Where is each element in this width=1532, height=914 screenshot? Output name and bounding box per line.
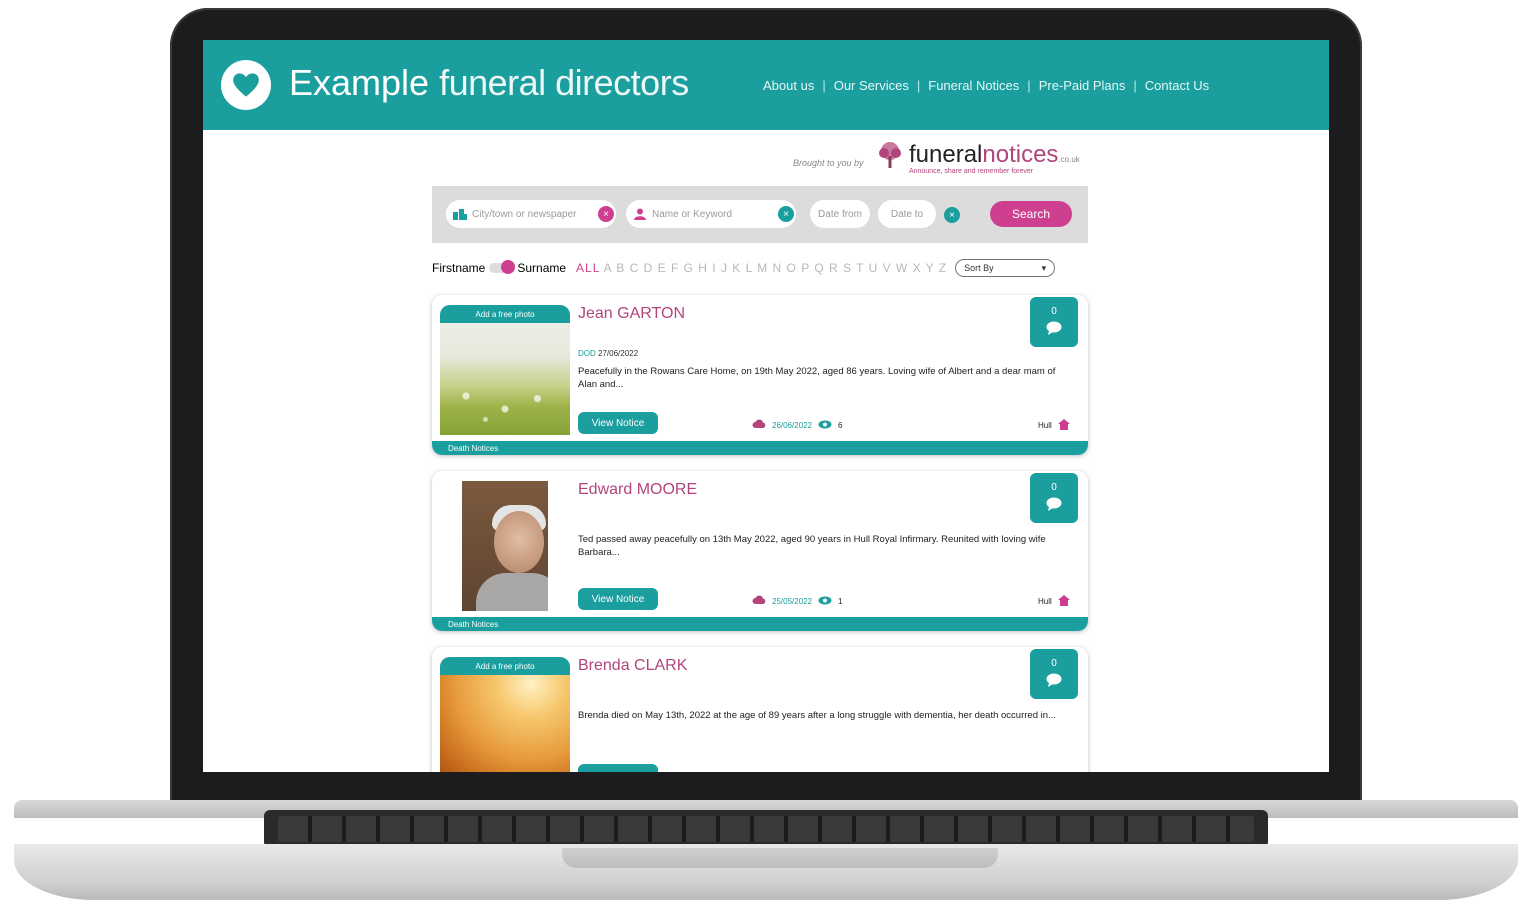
surname-label: Surname: [517, 261, 567, 275]
upload-cloud-icon: [752, 595, 766, 607]
town-icon: [453, 209, 467, 220]
notice-description: Peacefully in the Rowans Care Home, on 1…: [578, 366, 1056, 390]
notice-name[interactable]: Brenda CLARK: [578, 657, 687, 675]
location-input[interactable]: City/town or newspaper ×: [446, 200, 616, 228]
notice-views: 1: [838, 596, 843, 606]
notice-description: Brenda died on May 13th, 2022 at the age…: [578, 710, 1056, 721]
notice-card: Add a free photo Brenda CLARK Brenda die…: [432, 647, 1088, 772]
notice-views: 6: [838, 420, 843, 430]
partner-tagline: Announce, share and remember forever: [909, 168, 1034, 175]
brand-part1: Example: [289, 62, 430, 103]
view-notice-button[interactable]: View Notice: [578, 412, 658, 434]
sort-select[interactable]: Sort By ▾: [955, 259, 1056, 277]
notice-card: Edward MOORE Ted passed away peacefully …: [432, 471, 1088, 631]
laptop-base: [14, 800, 1518, 906]
notice-date: 25/05/2022: [772, 596, 813, 606]
notice-location-block: Hull: [1038, 595, 1070, 608]
notice-category: Death Notices: [432, 441, 1088, 455]
notice-meta: 26/06/2022 6: [752, 419, 843, 431]
meadow-image: [440, 305, 570, 435]
partner-name-1: funeral: [909, 141, 983, 168]
chevron-down-icon: ▾: [1041, 262, 1047, 273]
notice-meta: 25/05/2022 1: [752, 595, 843, 607]
letter-all[interactable]: ALL: [576, 261, 600, 275]
name-placeholder: Name or Keyword: [652, 208, 733, 220]
search-button[interactable]: Search: [990, 201, 1072, 227]
tree-icon: [879, 142, 901, 168]
name-sort-toggle[interactable]: [489, 260, 516, 274]
notice-photo[interactable]: [462, 481, 548, 611]
partner-name-2: notices: [982, 141, 1059, 168]
add-photo-label[interactable]: Add a free photo: [440, 305, 570, 323]
speech-bubble-icon: [1046, 321, 1062, 338]
notice-photo[interactable]: Add a free photo: [440, 305, 570, 435]
speech-bubble-icon: [1046, 673, 1062, 690]
comments-count: 0: [1051, 306, 1057, 317]
partner-tld: .co.uk: [1058, 155, 1080, 164]
alphabet-filter[interactable]: ALL A B C D E F G H I J K L M N O P Q R …: [576, 261, 947, 275]
comments-button[interactable]: 0: [1030, 649, 1078, 699]
date-from-placeholder: Date from: [818, 208, 862, 220]
nav-prepaid-plans[interactable]: Pre-Paid Plans: [1031, 78, 1134, 93]
notice-name[interactable]: Edward MOORE: [578, 481, 697, 499]
clear-location-icon[interactable]: ×: [598, 206, 614, 222]
brand-part2: funeral directors: [439, 62, 689, 103]
comments-count: 0: [1051, 658, 1057, 669]
add-photo-label[interactable]: Add a free photo: [440, 657, 570, 675]
browser-viewport: Example funeral directors About us | Our …: [203, 40, 1329, 772]
view-notice-button[interactable]: View Notice: [578, 588, 658, 610]
brought-by-text: Brought to you by: [793, 158, 864, 168]
notice-location: Hull: [1038, 421, 1052, 430]
comments-button[interactable]: 0: [1030, 473, 1078, 523]
home-icon: [1057, 595, 1070, 608]
home-icon: [1057, 419, 1070, 432]
notice-location-block: Hull: [1038, 419, 1070, 432]
keyboard: [264, 810, 1268, 848]
notice-location: Hull: [1038, 597, 1052, 606]
nav-funeral-notices[interactable]: Funeral Notices: [920, 78, 1027, 93]
letter-list[interactable]: A B C D E F G H I J K L M N O P Q R S T …: [604, 261, 948, 275]
date-to-placeholder: Date to: [890, 208, 924, 220]
eye-icon: [818, 596, 832, 607]
speech-bubble-icon: [1046, 497, 1062, 514]
heart-logo-icon[interactable]: [221, 60, 271, 110]
upload-cloud-icon: [752, 419, 766, 431]
firstname-label: Firstname: [432, 261, 486, 275]
comments-count: 0: [1051, 482, 1057, 493]
main-nav: About us | Our Services | Funeral Notices |…: [755, 78, 1217, 93]
notice-category: Death Notices: [432, 617, 1088, 631]
nav-services[interactable]: Our Services: [826, 78, 917, 93]
name-keyword-input[interactable]: Name or Keyword ×: [626, 200, 796, 228]
date-to-input[interactable]: Date to: [878, 200, 936, 228]
person-icon: [634, 208, 646, 220]
clear-dates-icon[interactable]: ×: [944, 207, 960, 223]
notice-name[interactable]: Jean GARTON: [578, 305, 685, 323]
notice-dod: DOD 27/06/2022: [578, 349, 639, 358]
search-bar: City/town or newspaper × Name or Keyword…: [432, 186, 1088, 243]
nav-about[interactable]: About us: [755, 78, 822, 93]
brand-name[interactable]: Example funeral directors: [289, 62, 689, 104]
funeral-notices-logo[interactable]: funeralnotices.co.uk: [875, 140, 1080, 170]
filter-row: Firstname Surname ALL A B C D E F G H I …: [432, 258, 1092, 278]
notice-date: 26/06/2022: [772, 420, 813, 430]
sort-label: Sort By: [964, 263, 994, 273]
notice-card: Add a free photo Jean GARTON DOD 27/06/2…: [432, 295, 1088, 455]
nav-contact[interactable]: Contact Us: [1137, 78, 1217, 93]
comments-button[interactable]: 0: [1030, 297, 1078, 347]
view-notice-button[interactable]: [578, 764, 658, 772]
portrait-image: [462, 481, 548, 611]
site-header: Example funeral directors About us | Our …: [203, 40, 1329, 130]
eye-icon: [818, 420, 832, 431]
location-placeholder: City/town or newspaper: [472, 208, 577, 220]
notice-description: Ted passed away peacefully on 13th May 2…: [578, 534, 1046, 558]
notice-photo[interactable]: Add a free photo: [440, 657, 570, 772]
trackpad: [562, 848, 998, 868]
date-from-input[interactable]: Date from: [810, 200, 870, 228]
clear-name-icon[interactable]: ×: [778, 206, 794, 222]
